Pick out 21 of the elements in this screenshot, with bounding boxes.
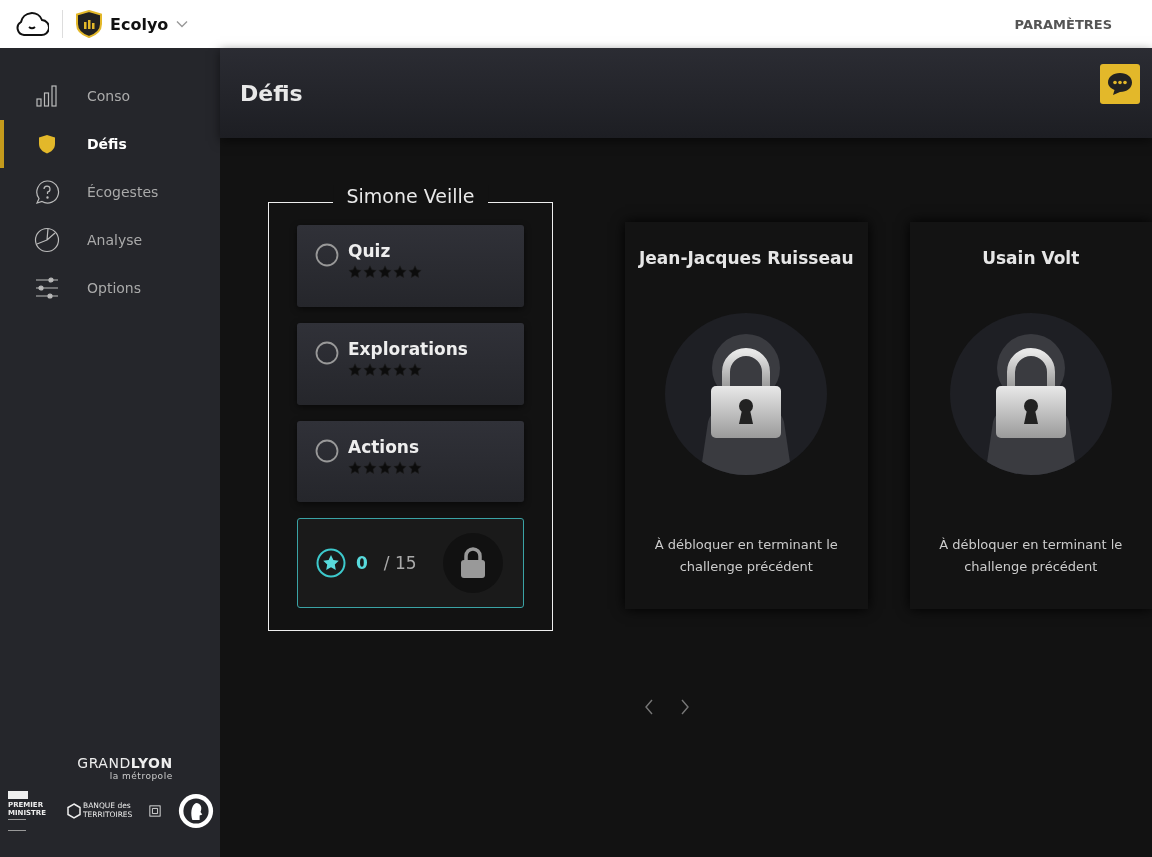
unlock-hint: À débloquer en terminant le challenge précédent [938, 536, 1124, 576]
unlock-hint: À débloquer en terminant le challenge précédent [653, 536, 839, 576]
step-title: Explorations [348, 338, 468, 359]
step-title: Quiz [348, 241, 392, 261]
challenge-step-card[interactable]: Explorations [297, 322, 524, 405]
challenge-title: Usain Volt [982, 248, 1080, 268]
score-earned: 0 [356, 553, 368, 574]
challenge-title: Jean-Jacques Ruisseau [638, 248, 854, 268]
grandlyon-logo: GRANDLYON [77, 755, 173, 771]
page-title: Défis [240, 80, 303, 106]
app-name[interactable]: Ecolyo [110, 14, 169, 34]
challenge-step-card[interactable]: Quiz [297, 225, 524, 307]
sidebar-item[interactable]: Options [0, 264, 220, 312]
sidebar-item[interactable]: Conso [0, 72, 220, 120]
grandlyon-tagline: la métropole [109, 771, 173, 781]
score-total: / 15 [383, 553, 417, 574]
challenge-step-card[interactable]: Actions [297, 420, 524, 503]
settings-link[interactable]: PARAMÈTRES [1014, 16, 1112, 32]
sidebar-item[interactable]: Écogestes [0, 168, 220, 216]
step-title: Actions [348, 436, 421, 457]
sidebar-item[interactable]: Analyse [0, 216, 220, 264]
